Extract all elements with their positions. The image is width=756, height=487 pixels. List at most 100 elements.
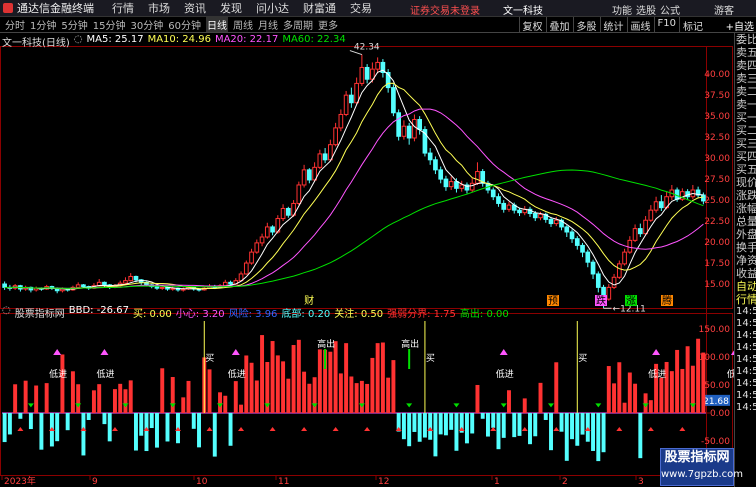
draw-line-button[interactable]: 画线 (626, 17, 654, 33)
candle-body (506, 204, 512, 210)
indicator-bar (65, 413, 70, 431)
indicator-bar (13, 384, 18, 413)
candle-body (580, 244, 585, 253)
down-arrow-icon (122, 403, 129, 408)
period-weekly[interactable]: 周线 (233, 17, 253, 32)
up-arrow-icon (679, 427, 686, 431)
up-arrow-icon (427, 427, 434, 431)
date-axis-label: 3 (638, 477, 644, 487)
indicator-bar (480, 413, 485, 419)
candle-body (606, 286, 612, 300)
tick-time-4: 14:50 (736, 354, 756, 365)
down-arrow-icon (358, 403, 365, 408)
ma20-line (4, 108, 704, 289)
candle-body (180, 288, 186, 291)
up-arrow-icon (616, 427, 623, 431)
chart-toolbar: 复权 叠加 多股 统计 画线 F10 标记 (518, 17, 706, 33)
menu-formula[interactable]: 公式 (660, 2, 680, 17)
user-guest[interactable]: 游客 (714, 2, 734, 17)
indicator-bar (254, 380, 259, 413)
login-status[interactable]: 证券交易未登录 (410, 2, 480, 17)
indicator-bar (333, 341, 338, 413)
candle-body (417, 119, 423, 131)
indicator-bar (81, 413, 86, 456)
menu-discover[interactable]: 发现 (220, 0, 242, 16)
menu-trade[interactable]: 交易 (350, 0, 372, 16)
quote-field-0: 委比 (736, 33, 756, 46)
indicator-bar (701, 352, 706, 413)
multi-stock-button[interactable]: 多股 (572, 17, 600, 33)
tick-time-7: 14:50 (736, 390, 756, 401)
kline-chart[interactable]: 40.0037.5035.0032.5030.0027.5025.0022.50… (0, 33, 734, 487)
up-arrow-icon (584, 427, 591, 431)
period-monthly[interactable]: 月线 (258, 17, 278, 32)
quote-field-9: 买四 (736, 150, 756, 163)
mark-button[interactable]: 标记 (679, 17, 706, 33)
indicator-bar (538, 382, 543, 413)
statistics-button[interactable]: 统计 (599, 17, 627, 33)
period-5min[interactable]: 5分钟 (61, 17, 87, 32)
event-badge-label: 腾 (662, 294, 672, 307)
indicator-bar (102, 413, 107, 425)
exit-marker (324, 349, 327, 369)
indicator-bar (349, 376, 354, 413)
overlay-button[interactable]: 叠加 (545, 17, 573, 33)
quote-field-6: 买一 (736, 111, 756, 124)
indicator-bar (134, 413, 138, 451)
ind-axis-label: 0.00 (710, 409, 730, 419)
indicator-name[interactable]: 股票指标网 (15, 305, 65, 320)
candle-body (301, 169, 307, 186)
candle-body (438, 169, 444, 180)
period-60min[interactable]: 60分钟 (168, 17, 201, 32)
indicator-bar (181, 397, 186, 413)
menu-news[interactable]: 资讯 (184, 0, 206, 16)
risk-value: 风险: 3.96 (228, 309, 278, 320)
low-in-label: 低进 (228, 368, 246, 380)
candle-body (569, 231, 575, 240)
indicator-bar (422, 413, 427, 438)
period-1min[interactable]: 1分钟 (30, 17, 56, 32)
period-15min[interactable]: 15分钟 (93, 17, 126, 32)
indicator-bar (118, 383, 123, 413)
ind-axis-label: 50.00 (704, 381, 730, 391)
indicator-bar (596, 413, 601, 462)
chart-area[interactable]: 40.00 37.50 35.00 32.50 30.00 27.50 25.00 22.50… (0, 33, 734, 487)
price-axis-label: 37.50 (704, 91, 730, 101)
menu-ask[interactable]: 问小达 (256, 0, 289, 16)
menu-market[interactable]: 市场 (148, 0, 170, 16)
quote-field-16: 换手 (736, 241, 756, 254)
period-more[interactable]: 更多 (318, 17, 338, 32)
menu-stock-picker[interactable]: 选股 (636, 2, 656, 17)
candle-body (391, 87, 396, 114)
careful-arrow-icon (652, 349, 661, 355)
indicator-bar (212, 413, 217, 457)
candle-body (401, 125, 407, 137)
quote-field-1: 卖五 (736, 46, 756, 59)
period-intraday[interactable]: 分时 (5, 17, 25, 32)
candle-body (616, 263, 622, 278)
indicator-bar (144, 413, 149, 452)
quote-field-18: 收益 (736, 267, 756, 280)
buy-value: 买: 0.00 (132, 309, 172, 320)
indicator-bar (91, 390, 96, 413)
ma-legend: 文一科技(日线) ◌ MA5: 25.17 MA10: 24.96 MA20: … (2, 34, 350, 49)
period-daily[interactable]: 日线 (205, 17, 228, 32)
up-arrow-icon (332, 427, 339, 431)
menu-wealth[interactable]: 财富通 (303, 0, 336, 16)
indicator-bar (570, 413, 574, 440)
up-arrow-icon (301, 427, 308, 431)
menu-market-quotes[interactable]: 行情 (112, 0, 134, 16)
candle-body (532, 213, 538, 219)
indicator-bar (591, 413, 596, 451)
menu-function[interactable]: 功能 (612, 2, 632, 17)
period-30min[interactable]: 30分钟 (130, 17, 163, 32)
indicator-bar (533, 413, 538, 437)
indicator-bar (643, 393, 648, 413)
f10-button[interactable]: F10 (653, 17, 679, 33)
date-axis-label: 2 (562, 477, 568, 487)
ma60-value: MA60: 22.34 (282, 34, 346, 45)
adjust-button[interactable]: 复权 (518, 17, 546, 33)
add-watchlist-button[interactable]: +自选 (726, 18, 754, 33)
period-multi[interactable]: 多周期 (283, 17, 313, 32)
candle-body (322, 153, 328, 161)
